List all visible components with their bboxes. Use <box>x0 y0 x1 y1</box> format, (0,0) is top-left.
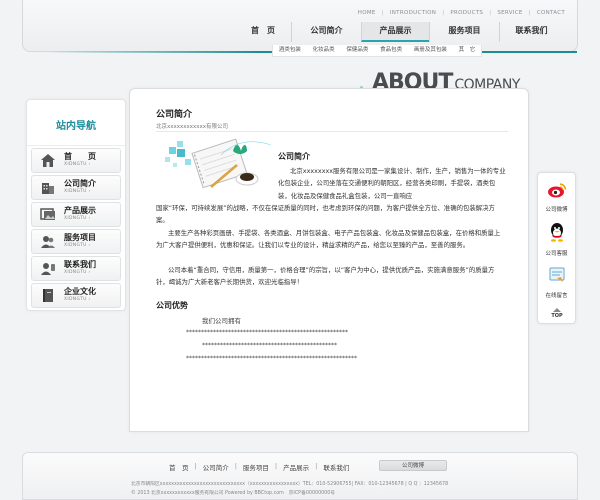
sidebar-title: 站内导航 <box>27 100 125 146</box>
sidebar-item-sublabel: XIDNGTU › <box>64 162 91 168</box>
sidebar-item-label: 服务项目 <box>64 233 96 243</box>
advantage-line: ****************************************… <box>202 342 337 349</box>
main-nav-about[interactable]: 公司简介 <box>291 22 361 42</box>
qq-service-link[interactable]: 公司客服 <box>538 222 575 257</box>
floating-contact-bar: 公司微博 公司客服 在线留言 TOP <box>537 172 576 324</box>
message-board-icon <box>548 266 566 288</box>
footer-link-about[interactable]: 公司简介 <box>197 462 235 472</box>
sidebar-item-culture[interactable]: 企业文化 XIDNGTU › <box>31 283 121 308</box>
submenu-item[interactable]: 酒类包装 <box>279 45 301 56</box>
building-icon <box>38 179 58 196</box>
notebook-illustration <box>161 135 279 197</box>
submenu-item[interactable]: 食品包类 <box>380 45 402 56</box>
sidebar-item-contact[interactable]: 联系我们 XIDNGTU › <box>31 256 121 281</box>
contact-icon <box>38 260 58 277</box>
sidebar-item-about[interactable]: 公司简介 XIDNGTU › <box>31 175 121 200</box>
top-label: TOP <box>551 313 563 319</box>
site-footer: 首 页 | 公司简介 | 服务项目 | 产品展示 | 联系我们 公司微博 北京市朝阳区x… <box>22 452 578 500</box>
site-navigation-sidebar: 站内导航 首 页 XIDNGTU › 公司简介 XIDNGTU › 产品展示 XIDN… <box>26 99 126 311</box>
submenu-item[interactable]: 其 它 <box>459 45 476 56</box>
submenu-item[interactable]: 画册及其包装 <box>414 45 447 56</box>
divider <box>156 131 508 132</box>
sidebar-item-label: 企业文化 <box>64 287 96 297</box>
weibo-icon <box>547 182 567 202</box>
breadcrumb: 北京xxxxxxxxxxxx有限公司 <box>156 124 229 130</box>
footer-nav: 首 页 | 公司简介 | 服务项目 | 产品展示 | 联系我们 <box>163 462 355 472</box>
intro-paragraph-1a: 北京xxxxxxxx服务有限公司是一家集设计、制作，生产，销售为一体的专业化包装… <box>278 167 506 200</box>
intro-paragraph-3: 公司本着“重合同，守信用，质量第一，价格合理”的宗旨，以“客户为中心，提供优质产… <box>156 266 495 287</box>
qq-penguin-icon <box>548 222 566 246</box>
footer-link-home[interactable]: 首 页 <box>163 462 195 472</box>
advantage-section-title: 公司优势 <box>156 301 188 310</box>
sidebar-item-sublabel: XIDNGTU › <box>64 216 91 222</box>
footer-link-contact[interactable]: 联系我们 <box>317 462 355 472</box>
divider: | <box>442 10 445 16</box>
back-to-top-button[interactable]: TOP <box>547 308 567 319</box>
divider: | <box>489 10 492 16</box>
sidebar-item-sublabel: XIDNGTU › <box>64 189 91 195</box>
main-nav: 首 页 公司简介 产品展示 服务项目 联系我们 <box>235 22 563 42</box>
footer-address: 北京市朝阳区xxxxxxxxxxxxxxxxxxxxxxxxxxxxxx（xxx… <box>131 482 449 487</box>
secondary-nav: HOME | INTRODUCTION | PRODUCTS | SERVICE | C… <box>358 10 565 16</box>
sidebar-item-label: 联系我们 <box>64 260 96 270</box>
page-title: 公司简介 <box>156 110 193 120</box>
weibo-link[interactable]: 公司微博 <box>538 182 575 213</box>
sidebar-item-label: 首 页 <box>64 152 96 162</box>
divider: | <box>528 10 531 16</box>
sidebar-item-label: 产品展示 <box>64 206 96 216</box>
main-content: 公司简介 北京xxxxxxxxxxxx有限公司 公司简介 北京xxxxxxxx服… <box>129 88 529 432</box>
sidebar-item-sublabel: XIDNGTU › <box>64 297 91 303</box>
intro-paragraph-1b: 国家“环保，可持续发展”的战略，不仅在保证质量的同时，也考虑到环保的问题，为客户… <box>156 204 495 225</box>
sidebar-item-products[interactable]: 产品展示 XIDNGTU › <box>31 202 121 227</box>
sidebar-item-sublabel: XIDNGTU › <box>64 270 91 276</box>
nav-link-introduction[interactable]: INTRODUCTION <box>390 10 436 16</box>
home-icon <box>38 152 58 169</box>
nav-link-service[interactable]: SERVICE <box>497 10 522 16</box>
advantage-line: ****************************************… <box>186 355 357 362</box>
footer-weibo-button[interactable]: 公司微博 <box>379 460 447 471</box>
nav-link-home[interactable]: HOME <box>358 10 376 16</box>
float-item-label: 公司客服 <box>545 251 568 257</box>
sidebar-item-home[interactable]: 首 页 XIDNGTU › <box>31 148 121 173</box>
products-submenu: 酒类包装 化妆品类 保健品类 食品包类 画册及其包装 其 它 <box>272 45 482 57</box>
sidebar-item-label: 公司简介 <box>64 179 96 189</box>
people-icon <box>38 233 58 250</box>
nav-link-contact[interactable]: CONTACT <box>537 10 565 16</box>
main-nav-services[interactable]: 服务项目 <box>429 22 499 42</box>
submenu-item[interactable]: 保健品类 <box>346 45 368 56</box>
gallery-icon <box>38 206 58 223</box>
footer-copyright: © 2013 北京xxxxxxxxxxxx服务有限公司 Powered by B… <box>131 491 336 496</box>
submenu-item[interactable]: 化妆品类 <box>313 45 335 56</box>
main-nav-contact[interactable]: 联系我们 <box>499 22 563 42</box>
footer-link-services[interactable]: 服务项目 <box>237 462 275 472</box>
advantage-line: ****************************************… <box>186 329 348 336</box>
footer-link-products[interactable]: 产品展示 <box>277 462 315 472</box>
float-item-label: 公司微博 <box>545 207 568 213</box>
float-item-label: 在线留言 <box>545 293 568 299</box>
message-link[interactable]: 在线留言 <box>538 266 575 299</box>
intro-section-title: 公司简介 <box>278 152 310 161</box>
sidebar-item-sublabel: XIDNGTU › <box>64 243 91 249</box>
arrow-up-icon <box>553 308 561 312</box>
divider: | <box>381 10 384 16</box>
intro-paragraph-2: 主要生产各种彩页画册、手提袋、各类酒盒、月饼包装盒、电子产品包装盒、化妆品及保健… <box>156 229 501 250</box>
advantage-intro: 我们公司拥有 <box>202 317 241 325</box>
book-icon <box>38 287 58 304</box>
nav-link-products[interactable]: PRODUCTS <box>450 10 483 16</box>
main-nav-products[interactable]: 产品展示 <box>361 22 429 42</box>
main-nav-home[interactable]: 首 页 <box>235 22 291 42</box>
sidebar-item-services[interactable]: 服务项目 XIDNGTU › <box>31 229 121 254</box>
